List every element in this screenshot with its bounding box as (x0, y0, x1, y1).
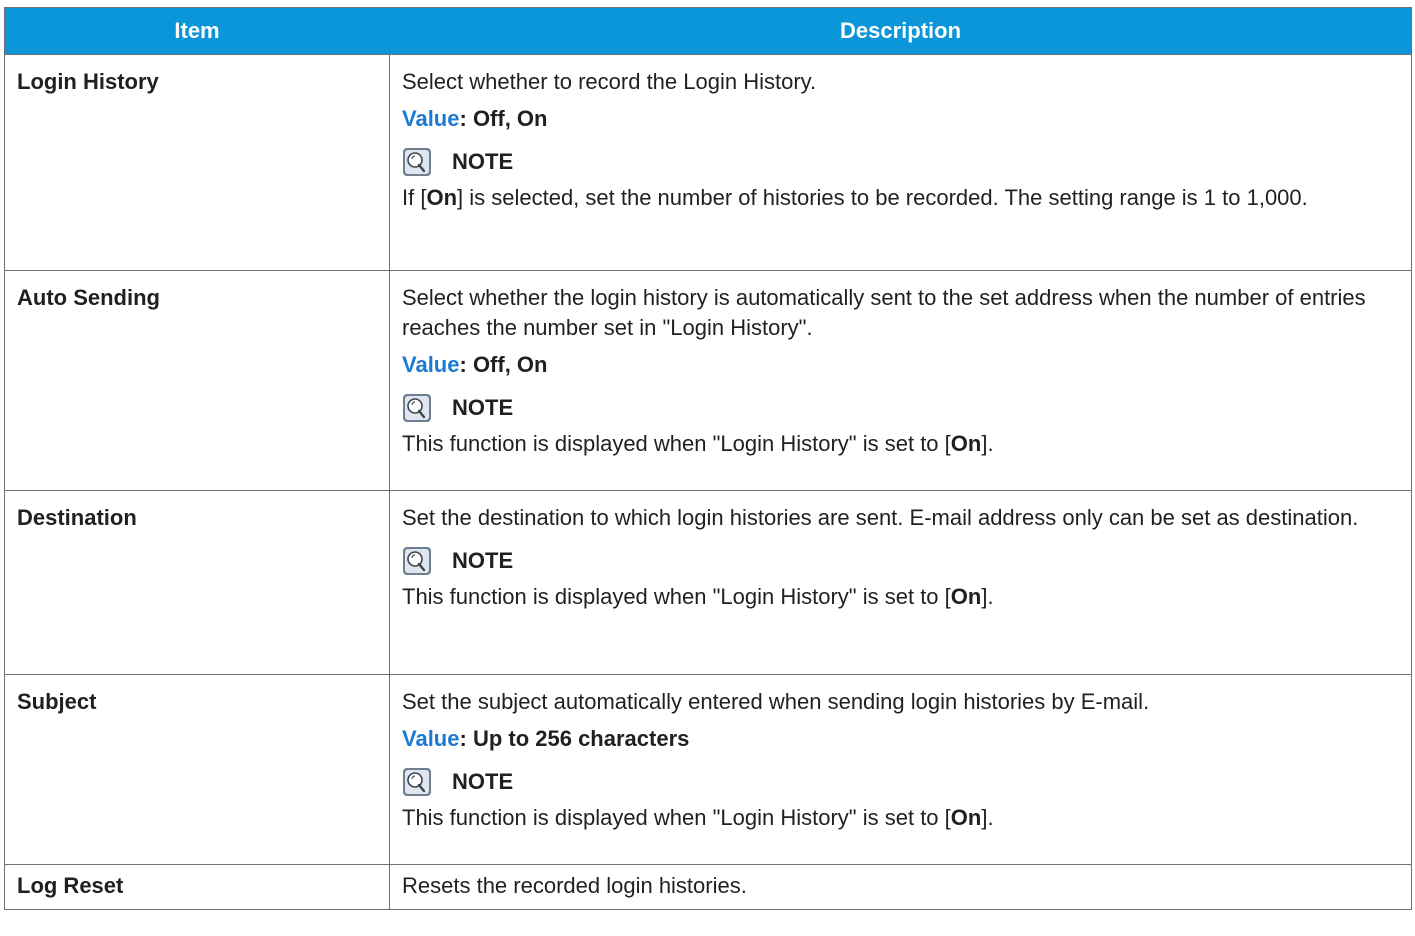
item-cell: Login History (4, 54, 390, 271)
item-cell: Destination (4, 490, 390, 675)
description-text: Select whether to record the Login Histo… (402, 69, 817, 94)
note-text: This function is displayed when "Login H… (402, 431, 994, 456)
table-row: Auto Sending Select whether the login hi… (4, 270, 1412, 491)
table-header-row: Item Description (4, 7, 1412, 55)
column-header-description: Description (389, 7, 1412, 55)
description-text: Select whether the login history is auto… (402, 285, 1366, 340)
description-cell: Select whether to record the Login Histo… (389, 54, 1412, 271)
note-label: NOTE (452, 548, 514, 573)
item-cell: Log Reset (4, 864, 390, 910)
note-heading: NOTE (402, 766, 1399, 798)
description-cell: Resets the recorded login histories. (389, 864, 1412, 910)
note-lightbulb-icon (403, 394, 431, 422)
on-setting-name: On (426, 185, 458, 210)
description-cell: Set the destination to which login histo… (389, 490, 1412, 675)
on-setting-name: On (950, 805, 982, 830)
value-text: Off, On (472, 352, 548, 377)
on-setting-name: On (950, 431, 982, 456)
on-setting-name: On (950, 584, 982, 609)
column-header-item: Item (4, 7, 390, 55)
note-lightbulb-icon (403, 768, 431, 796)
value-text: Up to 256 characters (472, 726, 690, 751)
item-cell: Subject (4, 674, 390, 865)
note-text: This function is displayed when "Login H… (402, 805, 994, 830)
description-text: Resets the recorded login histories. (402, 873, 747, 898)
note-heading: NOTE (402, 545, 1399, 577)
value-line: Value: Off, On (402, 106, 548, 131)
note-label: NOTE (452, 149, 514, 174)
table-row: Destination Set the destination to which… (4, 490, 1412, 675)
table-row: Subject Set the subject automatically en… (4, 674, 1412, 865)
note-heading: NOTE (402, 392, 1399, 424)
note-label: NOTE (452, 395, 514, 420)
value-text: Off, On (472, 106, 548, 131)
description-cell: Set the subject automatically entered wh… (389, 674, 1412, 865)
description-cell: Select whether the login history is auto… (389, 270, 1412, 491)
value-line: Value: Off, On (402, 352, 548, 377)
note-text: This function is displayed when "Login H… (402, 584, 994, 609)
value-label: Value (402, 352, 460, 377)
table-row: Log Reset Resets the recorded login hist… (4, 864, 1412, 910)
value-line: Value: Up to 256 characters (402, 726, 690, 751)
note-lightbulb-icon (403, 148, 431, 176)
value-label: Value (402, 726, 460, 751)
description-text: Set the subject automatically entered wh… (402, 689, 1150, 714)
note-heading: NOTE (402, 146, 1399, 178)
note-label: NOTE (452, 769, 514, 794)
note-text: If [On] is selected, set the number of h… (402, 185, 1308, 210)
table-row: Login History Select whether to record t… (4, 54, 1412, 271)
item-cell: Auto Sending (4, 270, 390, 491)
description-text: Set the destination to which login histo… (402, 505, 1359, 530)
note-lightbulb-icon (403, 547, 431, 575)
settings-table: Item Description Login History Select wh… (4, 7, 1412, 910)
value-label: Value (402, 106, 460, 131)
